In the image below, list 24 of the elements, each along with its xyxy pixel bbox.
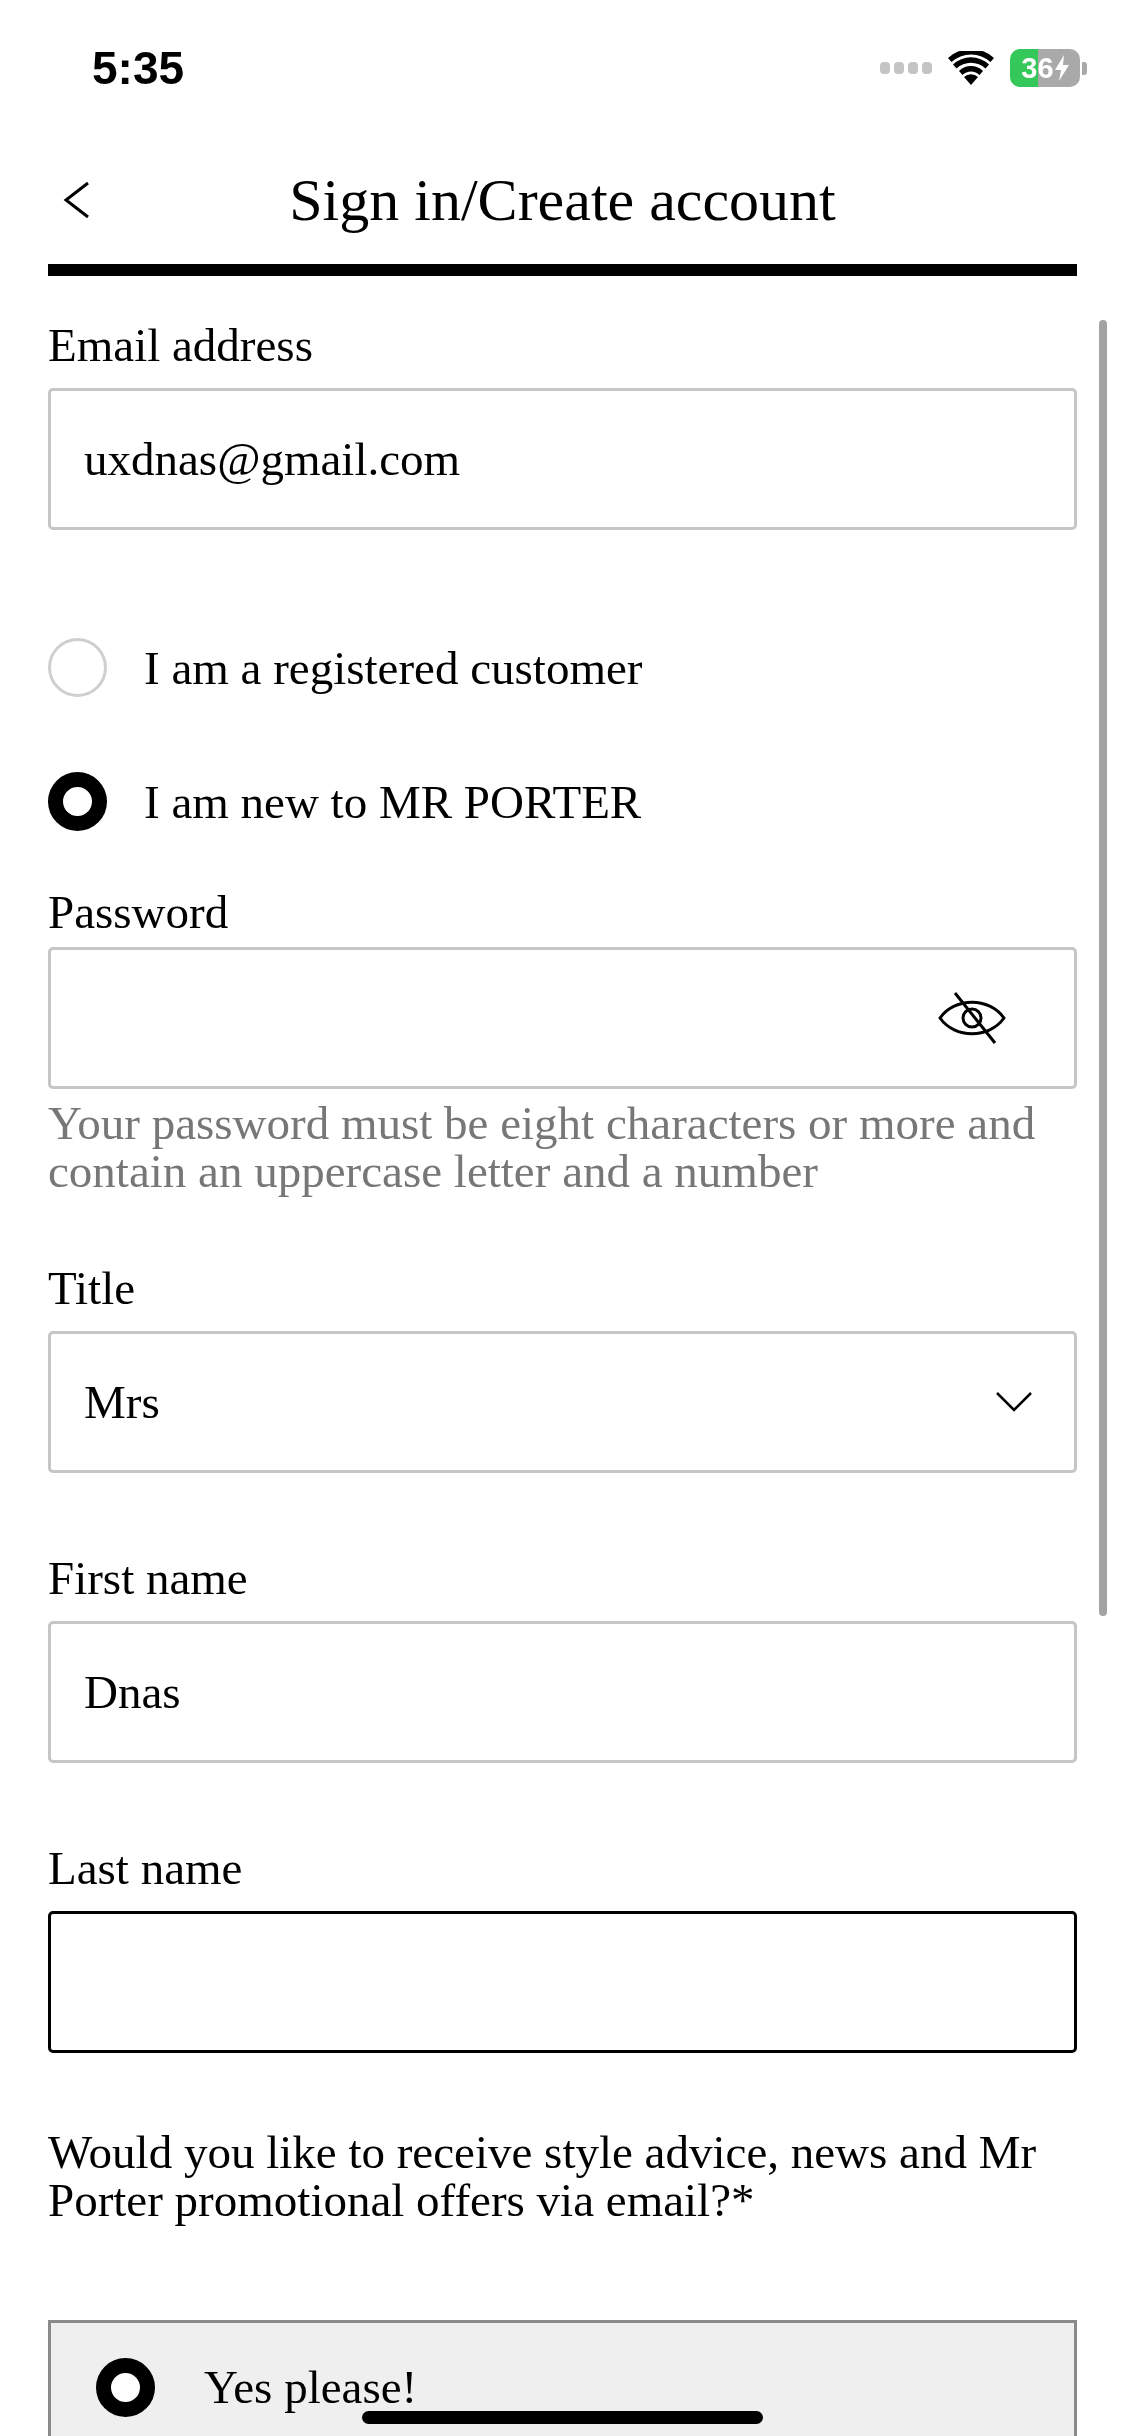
radio-label: I am a registered customer bbox=[144, 641, 643, 694]
eye-slash-icon[interactable] bbox=[937, 991, 1007, 1045]
status-time: 5:35 bbox=[92, 41, 185, 95]
page-title: Sign in/Create account bbox=[289, 166, 836, 234]
field-label: Email address bbox=[48, 319, 313, 371]
back-chevron-icon[interactable] bbox=[63, 181, 90, 219]
password-field[interactable] bbox=[48, 947, 1077, 1089]
first-name-field[interactable]: Dnas bbox=[48, 1621, 1077, 1763]
charging-bolt-icon bbox=[1054, 55, 1069, 81]
field-label: Title bbox=[48, 1262, 136, 1314]
field-label: First name bbox=[48, 1552, 248, 1604]
password-hint: Your password must be eight characters or more and contain an uppercase letter and a number bbox=[48, 1099, 1037, 1195]
radio-label: I am new to MR PORTER bbox=[144, 775, 642, 828]
battery-terminal-icon bbox=[1082, 61, 1087, 75]
newsletter-question: Would you like to receive style advice, news and Mr Porter promotional offers via email?* bbox=[48, 2128, 1038, 2224]
signal-dots-icon bbox=[880, 62, 932, 74]
last-name-field[interactable] bbox=[48, 1911, 1077, 2053]
wifi-icon bbox=[948, 51, 994, 85]
chevron-down-icon bbox=[995, 1391, 1033, 1413]
email-field[interactable]: uxdnas@gmail.com bbox=[48, 388, 1077, 530]
field-label: Password bbox=[48, 886, 229, 938]
title-select[interactable]: Mrs bbox=[48, 1331, 1077, 1473]
option-card[interactable]: Yes please! bbox=[48, 2320, 1077, 2436]
field-label: Last name bbox=[48, 1842, 243, 1894]
